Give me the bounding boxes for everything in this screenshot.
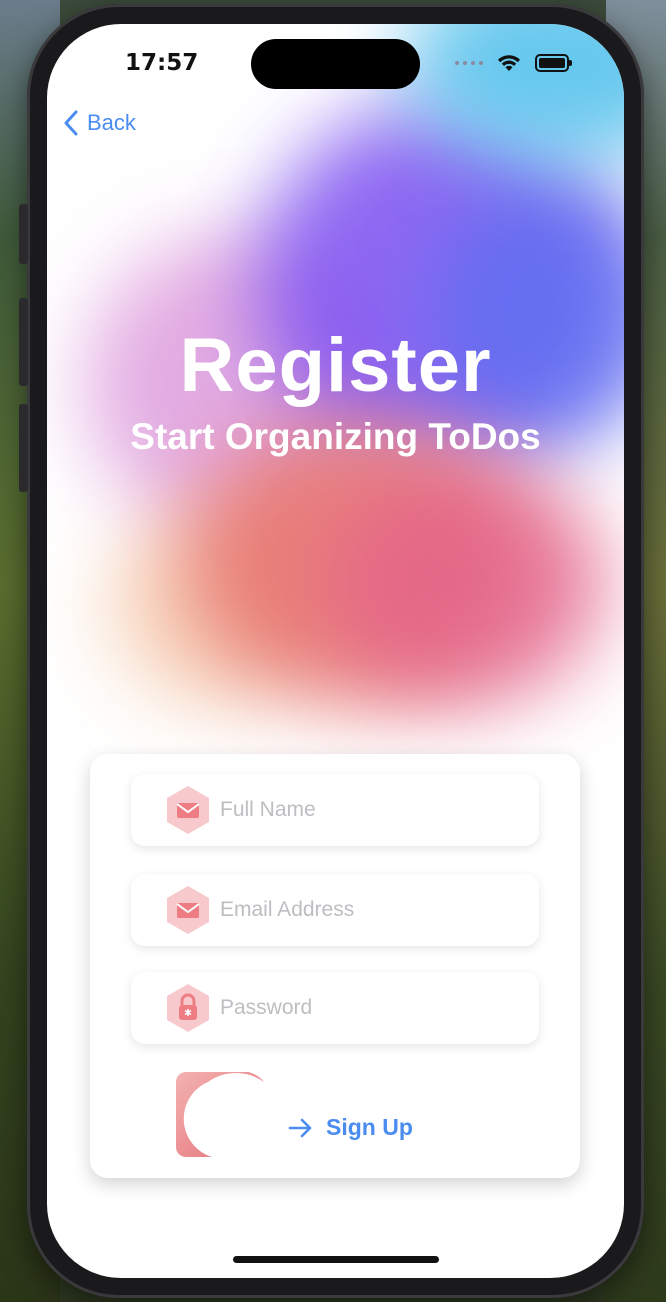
password-field[interactable]: Password [131, 972, 539, 1044]
full-name-placeholder: Full Name [220, 798, 316, 821]
wifi-icon [498, 55, 520, 71]
register-form-card: Full Name Email Address Password Sign Up [90, 754, 580, 1178]
app-screen: 17:57 Back Register Start Organizing ToD… [47, 24, 624, 1278]
battery-icon [535, 54, 572, 72]
lock-icon [167, 984, 209, 1032]
decorative-swirl [176, 1072, 264, 1157]
arrow-right-icon [288, 1118, 312, 1137]
password-placeholder: Password [220, 996, 313, 1019]
full-name-field[interactable]: Full Name [131, 774, 539, 846]
back-label: Back [87, 110, 136, 135]
status-indicators [455, 54, 572, 72]
gradient-blob [327, 464, 607, 704]
email-field[interactable]: Email Address [131, 874, 539, 946]
email-placeholder: Email Address [220, 898, 355, 921]
status-time: 17:57 [125, 50, 199, 76]
page-subtitle: Start Organizing ToDos [130, 416, 541, 457]
action-button [19, 204, 28, 264]
dynamic-island [251, 39, 420, 89]
volume-down-button [19, 404, 28, 492]
envelope-icon [167, 786, 209, 834]
page-title: Register [179, 323, 492, 408]
home-indicator[interactable] [233, 1256, 439, 1263]
cellular-signal-icon [455, 61, 483, 65]
back-button[interactable]: Back [63, 110, 136, 136]
volume-up-button [19, 298, 28, 386]
sign-up-label: Sign Up [326, 1114, 413, 1140]
envelope-icon [167, 886, 209, 934]
chevron-left-icon [64, 110, 78, 136]
sign-up-button[interactable]: Sign Up [288, 1114, 413, 1141]
